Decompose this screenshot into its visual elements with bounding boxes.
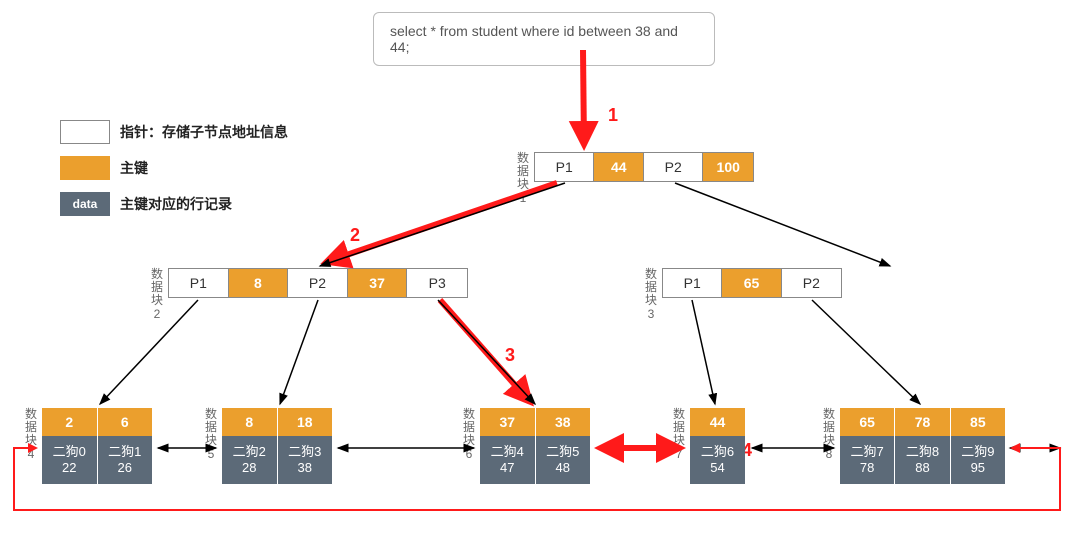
node-internal-right: P1 65 P2 [662,268,842,298]
l8-d0: 二狗778 [840,436,895,484]
root-k2: 100 [703,153,753,181]
l6-d1: 二狗548 [536,436,591,484]
leaf-7: 44 二狗654 [690,408,745,484]
step-3: 3 [505,345,515,366]
l8-k2: 85 [951,408,1005,436]
il-k1: 8 [229,269,289,297]
arrow-step-3 [440,300,530,402]
block-label-4: 数据块4 [24,408,38,461]
diagram-canvas: select * from student where id between 3… [0,0,1080,548]
arrow-ir-leaf7 [692,300,715,404]
root-k1: 44 [594,153,644,181]
block-label-5: 数据块5 [204,408,218,461]
l8-d1: 二狗888 [895,436,950,484]
l5-d1: 二狗338 [278,436,333,484]
block-label-1: 数据块1 [516,152,530,205]
l8-k0: 65 [840,408,895,436]
l4-k1: 6 [98,408,153,436]
arrow-il-leaf6 [438,300,535,404]
il-p1: P1 [169,269,229,297]
il-k2: 37 [348,269,408,297]
l7-k0: 44 [690,408,745,436]
arrow-root-right [675,183,890,266]
l8-d2: 二狗995 [951,436,1005,484]
block-label-3: 数据块3 [644,268,658,321]
ir-p2: P2 [782,269,841,297]
legend-key-label: 主键 [120,158,148,178]
l5-k0: 8 [222,408,278,436]
l4-d0: 二狗022 [42,436,98,484]
block-label-8: 数据块8 [822,408,836,461]
l5-d0: 二狗228 [222,436,278,484]
ir-k1: 65 [722,269,781,297]
step-2: 2 [350,225,360,246]
l6-d0: 二狗447 [480,436,536,484]
arrow-ir-leaf8 [812,300,920,404]
sql-query-box: select * from student where id between 3… [373,12,715,66]
step-1: 1 [608,105,618,126]
l4-k0: 2 [42,408,98,436]
node-root: P1 44 P2 100 [534,152,754,182]
legend-pointer-label: 指针：存储子节点地址信息 [120,122,288,142]
l4-d1: 二狗126 [98,436,153,484]
legend: 指针：存储子节点地址信息 主键 data 主键对应的行记录 [60,120,288,216]
block-label-2: 数据块2 [150,268,164,321]
l8-k1: 78 [895,408,950,436]
l6-k1: 38 [536,408,591,436]
block-label-7: 数据块7 [672,408,686,461]
l5-k1: 18 [278,408,333,436]
leaf-6: 3738 二狗447 二狗548 [480,408,590,484]
legend-pointer-swatch [60,120,110,144]
legend-data: data 主键对应的行记录 [60,192,288,216]
il-p3: P3 [407,269,467,297]
legend-data-label: 主键对应的行记录 [120,194,232,214]
legend-pointer: 指针：存储子节点地址信息 [60,120,288,144]
node-internal-left: P1 8 P2 37 P3 [168,268,468,298]
legend-key-swatch [60,156,110,180]
ir-p1: P1 [663,269,722,297]
leaf-8: 657885 二狗778 二狗888 二狗995 [840,408,1005,484]
arrow-il-leaf5 [280,300,318,404]
legend-data-swatch: data [60,192,110,216]
leaf-5: 818 二狗228 二狗338 [222,408,332,484]
sql-text: select * from student where id between 3… [390,23,678,55]
l6-k0: 37 [480,408,536,436]
arrow-il-leaf4 [100,300,198,404]
root-p1: P1 [535,153,594,181]
root-p2: P2 [644,153,703,181]
l7-d0: 二狗654 [690,436,745,484]
leaf-4: 26 二狗022 二狗126 [42,408,152,484]
block-label-6: 数据块6 [462,408,476,461]
legend-key: 主键 [60,156,288,180]
il-p2: P2 [288,269,348,297]
